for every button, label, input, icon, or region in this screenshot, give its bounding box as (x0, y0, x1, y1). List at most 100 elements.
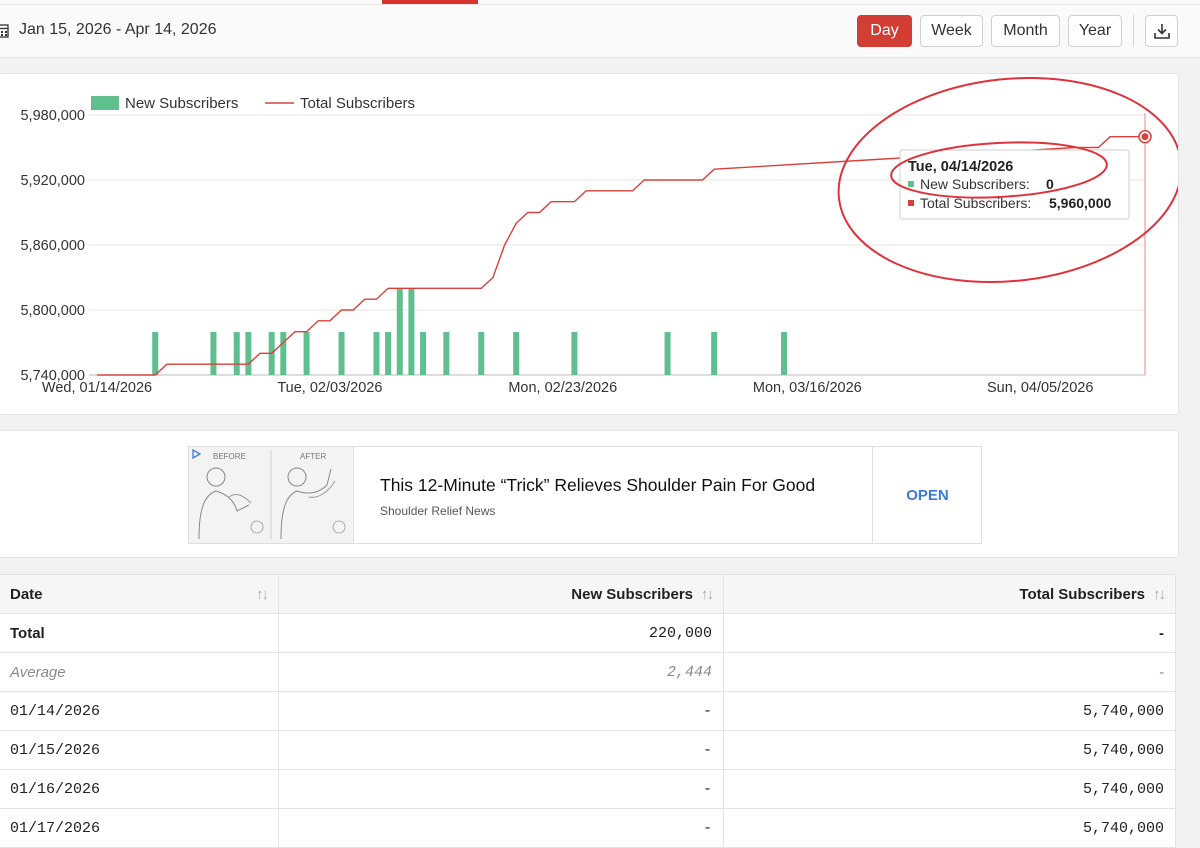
date-range-picker[interactable]: Jan 15, 2026 - Apr 14, 2026 (0, 21, 216, 39)
new-subscribers-bar (443, 332, 450, 375)
hover-point-center (1141, 133, 1149, 141)
new-subscribers-bar (280, 332, 287, 375)
sort-icon[interactable]: ↑↓ (1153, 586, 1166, 603)
new-subscribers-bar (664, 332, 671, 375)
chart-card: 5,980,000 5,920,000 5,860,000 5,800,000 5,74… (0, 73, 1183, 415)
date-range-text: Jan 15, 2026 - Apr 14, 2026 (19, 21, 217, 38)
table-row-total: Total 220,000 - (0, 613, 1176, 653)
x-tick-label: Mon, 02/23/2026 (508, 380, 617, 396)
download-icon (1153, 24, 1170, 39)
ad-after-label: AFTER (300, 452, 326, 461)
ad-before-label: BEFORE (213, 452, 246, 461)
table-row: 01/15/2026 - 5,740,000 (0, 730, 1176, 770)
new-subscribers-bar (233, 332, 240, 375)
cell-total: 5,740,000 (723, 730, 1176, 770)
y-tick-label: 5,800,000 (20, 303, 85, 319)
y-tick-label: 5,980,000 (20, 108, 85, 124)
download-button[interactable] (1145, 15, 1178, 47)
new-subscribers-bar (396, 289, 403, 375)
table-row: 01/17/2026 - 5,740,000 (0, 808, 1176, 848)
week-button[interactable]: Week (920, 15, 983, 47)
chart-legend[interactable]: New Subscribers Total Subscribers (91, 95, 415, 112)
sort-icon[interactable]: ↑↓ (256, 586, 269, 603)
header-total-label: Total Subscribers (1019, 585, 1145, 603)
cell-average-label: Average (0, 652, 279, 692)
legend-bar-swatch (91, 96, 119, 110)
ad-open-label: OPEN (906, 486, 949, 504)
new-subscribers-bar (303, 332, 310, 375)
cell-total: 5,740,000 (723, 808, 1176, 848)
cell-total: 5,740,000 (723, 769, 1176, 809)
header-total-subscribers[interactable]: Total Subscribers ↑↓ (723, 574, 1176, 614)
subscribers-table: Date ↑↓ New Subscribers ↑↓ Total Subscrib… (0, 574, 1176, 848)
tooltip-total-value: 5,960,000 (1049, 195, 1111, 211)
cell-average-new: 2,444 (278, 652, 724, 692)
subscribers-chart[interactable]: 5,980,0005,920,0005,860,0005,800,0005,74… (0, 74, 1183, 414)
header-date[interactable]: Date ↑↓ (0, 574, 279, 614)
new-subscribers-bars (152, 289, 788, 375)
x-tick-label: Mon, 03/16/2026 (753, 380, 862, 396)
cell-new: - (278, 808, 724, 848)
table-row-average: Average 2,444 - (0, 652, 1176, 692)
cell-new: - (278, 769, 724, 809)
year-button[interactable]: Year (1068, 15, 1122, 47)
cell-total-new: 220,000 (278, 613, 724, 653)
tooltip-new-value: 0 (1046, 176, 1054, 192)
x-tick-label: Sun, 04/05/2026 (987, 380, 1093, 396)
ad-before-after-illustration: BEFORE AFTER (192, 448, 346, 540)
legend-total-subscribers[interactable]: Total Subscribers (300, 95, 415, 112)
table-row: 01/14/2026 - 5,740,000 (0, 691, 1176, 731)
top-divider (0, 4, 1200, 5)
new-subscribers-bar (245, 332, 252, 375)
table-row: 01/16/2026 - 5,740,000 (0, 769, 1176, 809)
ad-image: BEFORE AFTER (189, 447, 354, 543)
new-subscribers-bar (781, 332, 788, 375)
cell-date: 01/14/2026 (0, 691, 279, 731)
new-subscribers-bar (571, 332, 578, 375)
new-subscribers-bar (711, 332, 718, 375)
header-date-label: Date (10, 585, 43, 603)
legend-new-subscribers[interactable]: New Subscribers (125, 95, 238, 112)
new-subscribers-bar (478, 332, 485, 375)
chart-tooltip: Tue, 04/14/2026 New Subscribers: 0 Total… (899, 149, 1130, 220)
new-subscribers-bar (513, 332, 520, 375)
tooltip-new-label: New Subscribers: (920, 176, 1030, 192)
new-subscribers-bar (373, 332, 380, 375)
cell-new: - (278, 691, 724, 731)
calendar-icon (0, 23, 9, 38)
y-tick-label: 5,860,000 (20, 238, 85, 254)
x-tick-label: Wed, 01/14/2026 (42, 380, 152, 396)
ad-card: BEFORE AFTER This 12-Minute “Trick” Reli… (0, 430, 1179, 558)
x-axis-ticks: Wed, 01/14/2026 Tue, 02/03/2026 Mon, 02/23… (42, 380, 1094, 396)
new-subscribers-bar (385, 332, 392, 375)
tooltip-total-swatch (908, 200, 914, 206)
new-subscribers-bar (338, 332, 345, 375)
y-tick-label: 5,920,000 (20, 173, 85, 189)
new-subscribers-bar (420, 332, 427, 375)
cell-new: - (278, 730, 724, 770)
new-subscribers-bar (408, 289, 415, 375)
header-new-subscribers[interactable]: New Subscribers ↑↓ (278, 574, 724, 614)
table-header-row: Date ↑↓ New Subscribers ↑↓ Total Subscrib… (0, 574, 1176, 614)
cell-date: 01/17/2026 (0, 808, 279, 848)
ad-banner[interactable]: BEFORE AFTER This 12-Minute “Trick” Reli… (188, 446, 982, 544)
day-button[interactable]: Day (857, 15, 912, 47)
ad-choices-icon (192, 448, 202, 460)
toolbar-separator (1133, 15, 1134, 47)
cell-total-label: Total (0, 613, 279, 653)
month-button[interactable]: Month (991, 15, 1060, 47)
cell-total-total: - (723, 613, 1176, 653)
cell-total: 5,740,000 (723, 691, 1176, 731)
y-axis-ticks: 5,980,0005,920,0005,860,0005,800,0005,74… (20, 108, 85, 384)
header-new-label: New Subscribers (571, 585, 693, 603)
cell-date: 01/15/2026 (0, 730, 279, 770)
x-tick-label: Tue, 02/03/2026 (277, 380, 382, 396)
tooltip-new-swatch (908, 181, 914, 187)
ad-title[interactable]: This 12-Minute “Trick” Relieves Shoulder… (380, 475, 815, 496)
cell-date: 01/16/2026 (0, 769, 279, 809)
new-subscribers-bar (152, 332, 159, 375)
new-subscribers-bar (210, 332, 217, 375)
sort-icon[interactable]: ↑↓ (701, 586, 714, 603)
cell-average-total: - (723, 652, 1176, 692)
ad-open-button[interactable]: OPEN (872, 447, 982, 543)
